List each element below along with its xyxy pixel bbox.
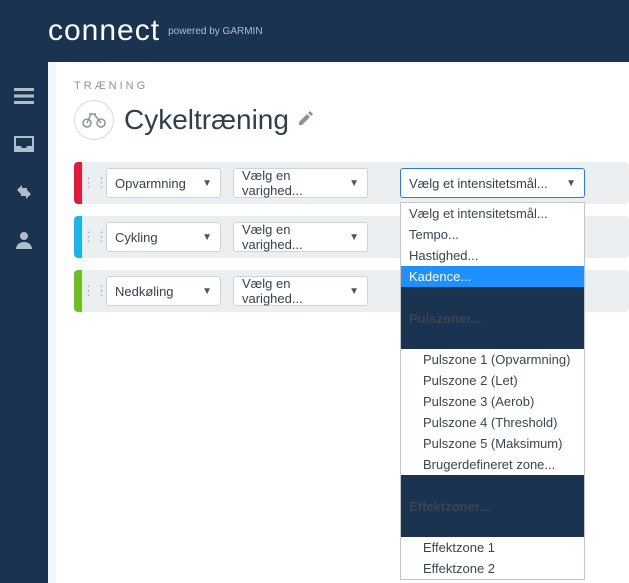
workout-step: ⋮⋮Opvarmning▼Vælg en varighed...▼Vælg et… — [74, 162, 629, 204]
chevron-down-icon: ▼ — [202, 178, 212, 189]
dropdown-option[interactable]: Tempo... — [401, 224, 584, 245]
breadcrumb: TRÆNING — [74, 80, 629, 92]
duration-select[interactable]: Vælg en varighed...▼ — [233, 168, 368, 198]
main-content: TRÆNING Cykeltræning ⋮⋮Opvarmning▼Vælg e… — [56, 62, 629, 583]
duration-label: Vælg en varighed... — [242, 168, 349, 198]
dropdown-option: Effektzoner... — [401, 475, 584, 537]
dropdown-option[interactable]: Pulszone 4 (Threshold) — [401, 412, 584, 433]
dropdown-option[interactable]: Kadence... — [401, 266, 584, 287]
dropdown-option[interactable]: Effektzone 1 — [401, 537, 584, 558]
intensity-select[interactable]: Vælg et intensitetsmål... ▼ — [400, 168, 585, 198]
step-type-label: Nedkøling — [115, 284, 174, 299]
dropdown-option[interactable]: Pulszone 3 (Aerob) — [401, 391, 584, 412]
dropdown-option[interactable]: Pulszone 2 (Let) — [401, 370, 584, 391]
arrows-icon[interactable] — [0, 168, 48, 216]
logo-subtitle: powered by GARMIN — [168, 26, 262, 37]
user-icon[interactable] — [0, 216, 48, 264]
sidebar — [0, 62, 48, 583]
page-title: Cykeltræning — [124, 104, 289, 136]
dropdown-option[interactable]: Effektzone 3 — [401, 579, 584, 580]
chevron-down-icon: ▼ — [202, 286, 212, 297]
step-color-bar — [74, 162, 82, 204]
step-type-label: Cykling — [115, 230, 158, 245]
dropdown-option[interactable]: Pulszone 1 (Opvarmning) — [401, 349, 584, 370]
step-type-select[interactable]: Opvarmning ▼ — [106, 168, 221, 198]
step-type-select[interactable]: Nedkøling ▼ — [106, 276, 221, 306]
duration-select[interactable]: Vælg en varighed...▼ — [233, 276, 368, 306]
duration-label: Vælg en varighed... — [242, 222, 349, 252]
chevron-down-icon: ▼ — [349, 178, 359, 189]
step-type-select[interactable]: Cykling ▼ — [106, 222, 221, 252]
drag-handle-icon[interactable]: ⋮⋮ — [82, 175, 100, 191]
chevron-down-icon: ▼ — [202, 232, 212, 243]
chevron-down-icon: ▼ — [349, 232, 359, 243]
bike-icon — [74, 100, 114, 140]
duration-select[interactable]: Vælg en varighed...▼ — [233, 222, 368, 252]
dropdown-option[interactable]: Hastighed... — [401, 245, 584, 266]
dropdown-option[interactable]: Brugerdefineret zone... — [401, 454, 584, 475]
dropdown-option[interactable]: Vælg et intensitetsmål... — [401, 203, 584, 224]
step-color-bar — [74, 270, 82, 312]
intensity-cell: Vælg et intensitetsmål... ▼Vælg et intens… — [394, 168, 591, 198]
menu-icon[interactable] — [0, 72, 48, 120]
chevron-down-icon: ▼ — [566, 178, 576, 189]
dropdown-option: Pulszoner... — [401, 287, 584, 349]
chevron-down-icon: ▼ — [349, 286, 359, 297]
intensity-label: Vælg et intensitetsmål... — [409, 176, 548, 191]
edit-icon[interactable] — [299, 111, 313, 130]
intensity-dropdown[interactable]: Vælg et intensitetsmål...Tempo...Hastigh… — [400, 202, 585, 580]
step-color-bar — [74, 216, 82, 258]
logo: connect — [48, 14, 160, 48]
app-header: connect powered by GARMIN — [0, 0, 629, 62]
step-type-label: Opvarmning — [115, 176, 186, 191]
dropdown-option[interactable]: Effektzone 2 — [401, 558, 584, 579]
dropdown-option[interactable]: Pulszone 5 (Maksimum) — [401, 433, 584, 454]
inbox-icon[interactable] — [0, 120, 48, 168]
title-row: Cykeltræning — [74, 100, 629, 140]
drag-handle-icon[interactable]: ⋮⋮ — [82, 229, 100, 245]
drag-handle-icon[interactable]: ⋮⋮ — [82, 283, 100, 299]
duration-label: Vælg en varighed... — [242, 276, 349, 306]
steps-list: ⋮⋮Opvarmning▼Vælg en varighed...▼Vælg et… — [74, 162, 629, 312]
